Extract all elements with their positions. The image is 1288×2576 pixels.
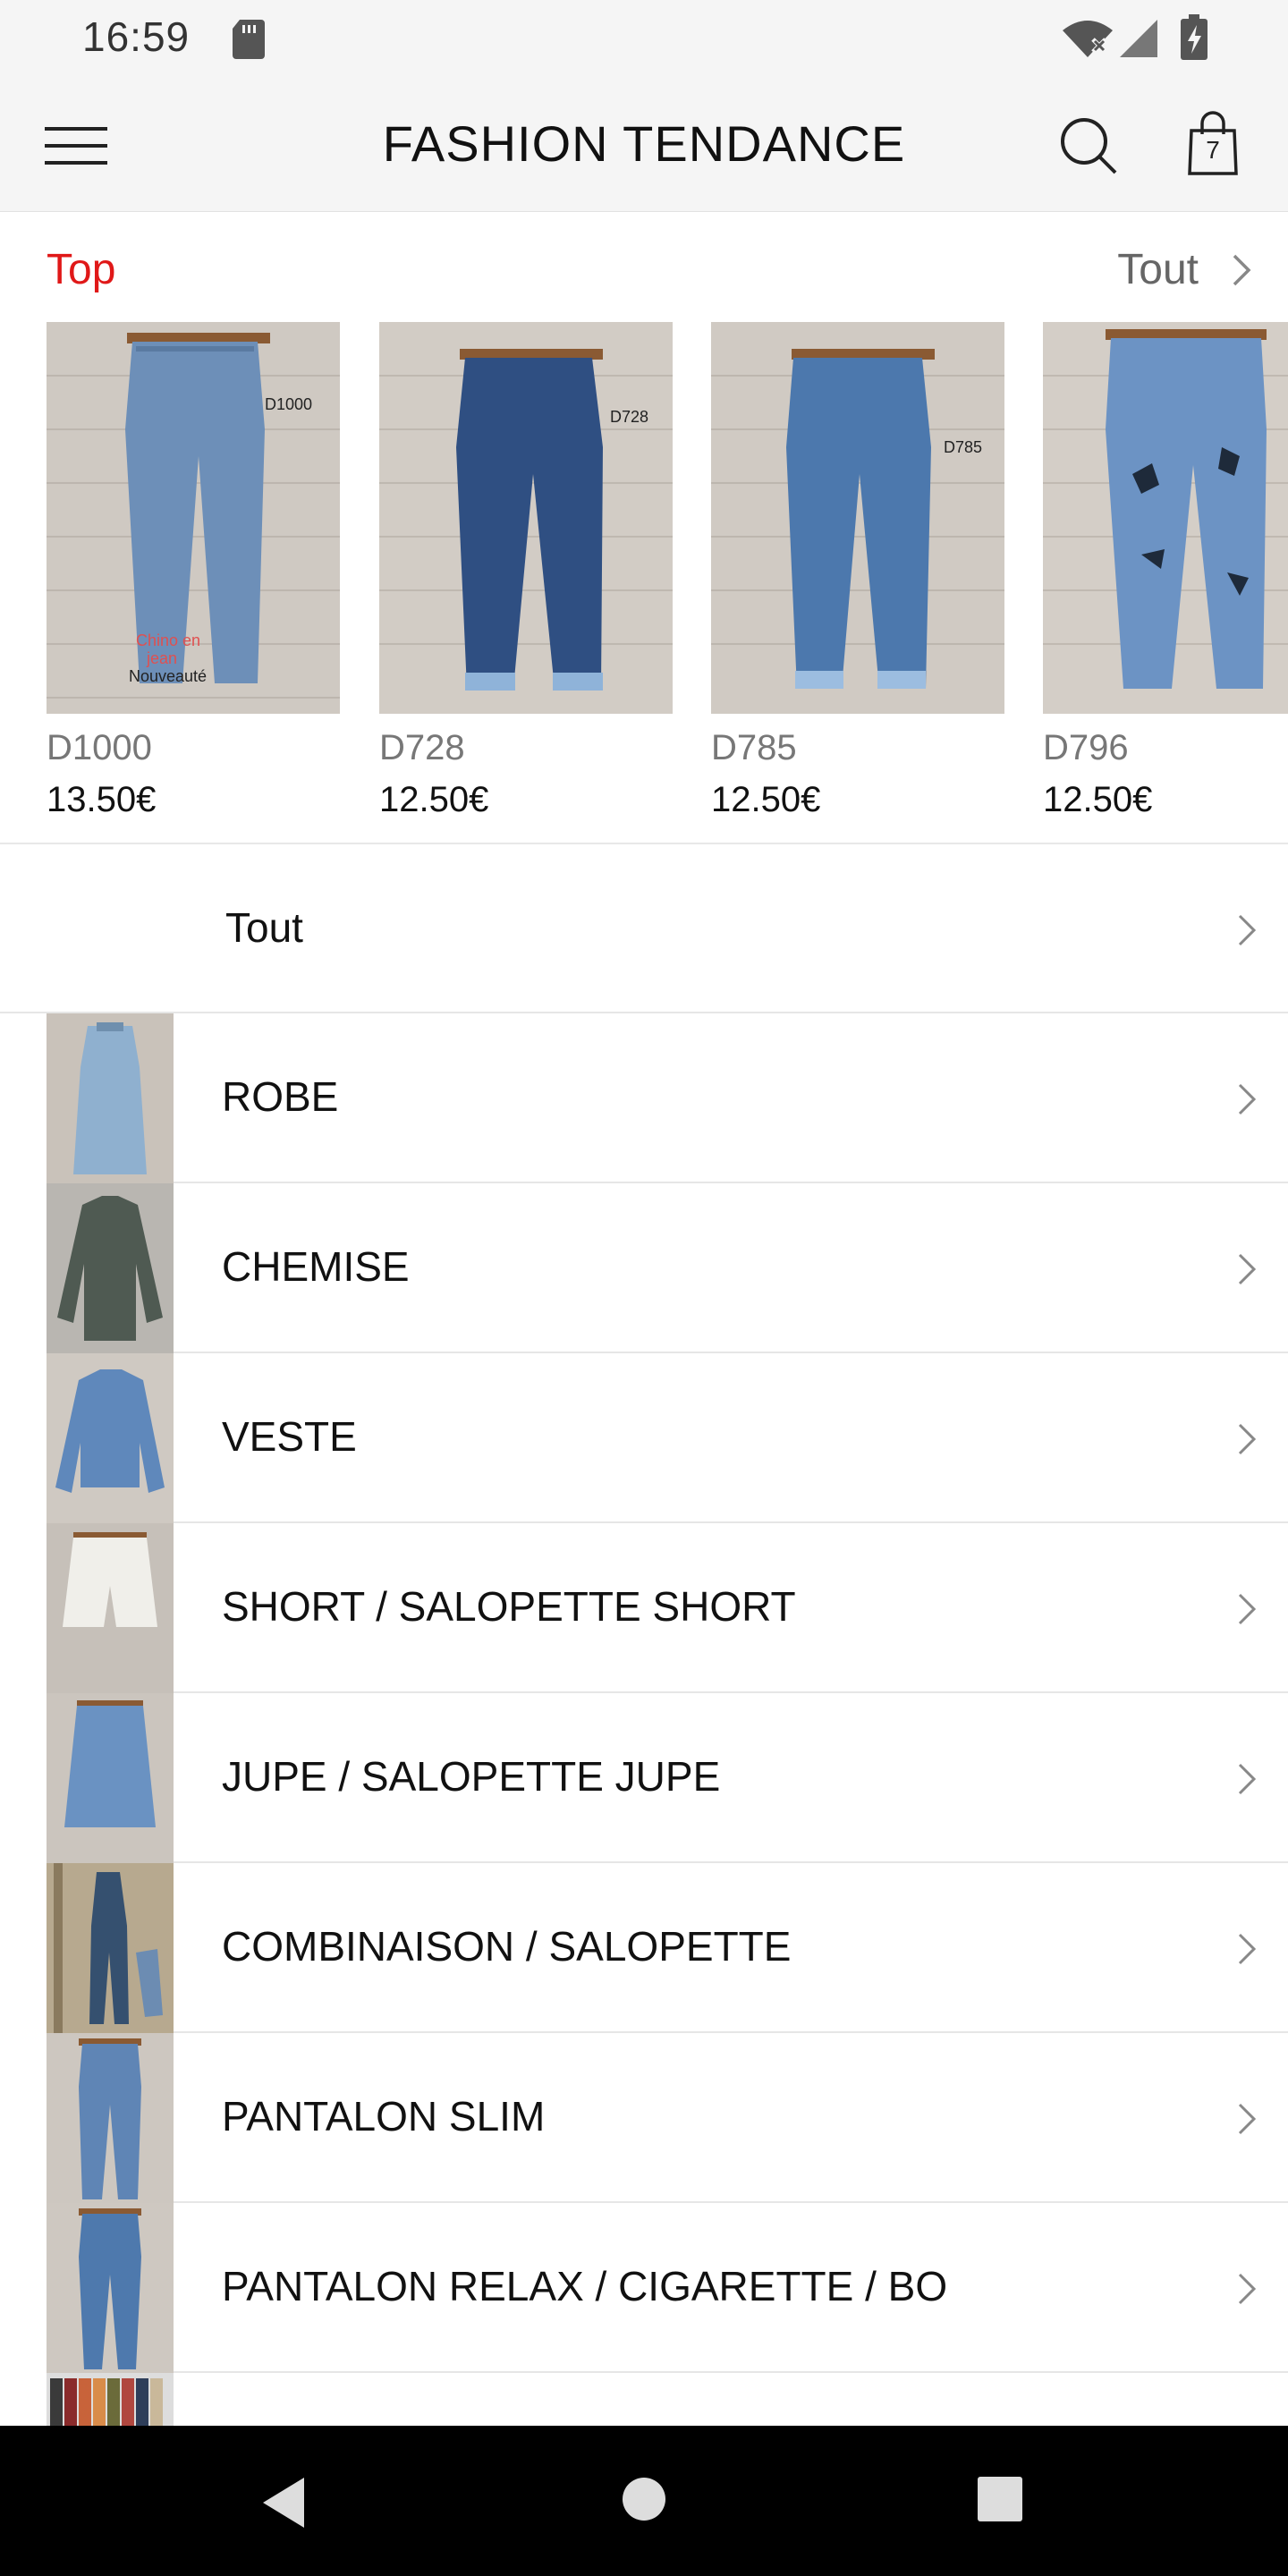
chevron-right-icon xyxy=(1238,2103,1257,2135)
product-image[interactable]: D1000 Chino en jean Nouveauté xyxy=(47,322,340,714)
category-label: JUPE / SALOPETTE JUPE xyxy=(222,1753,721,1800)
category-thumbnail xyxy=(47,2033,174,2203)
product-card[interactable]: D1000 Chino en jean Nouveauté D1000 13.5… xyxy=(47,322,340,819)
category-label: PANTALON RELAX / CIGARETTE / BO xyxy=(222,2263,948,2309)
home-icon[interactable] xyxy=(621,2476,667,2522)
android-nav-bar xyxy=(0,2426,1288,2576)
category-thumbnail xyxy=(47,2203,174,2373)
app-bar: FASHION TENDANCE 7 xyxy=(0,77,1288,212)
product-price: 13.50€ xyxy=(47,780,157,819)
chevron-right-icon xyxy=(1238,1593,1257,1625)
svg-text:D728: D728 xyxy=(610,408,648,426)
category-row-veste[interactable]: VESTE xyxy=(0,1353,1288,1523)
top-section-title: Top xyxy=(47,246,116,293)
product-price: 12.50€ xyxy=(1043,780,1153,819)
svg-text:D1000: D1000 xyxy=(265,395,312,413)
category-label: COMBINAISON / SALOPETTE xyxy=(222,1923,792,1970)
product-price: 12.50€ xyxy=(711,780,821,819)
category-all-label: Tout xyxy=(225,904,303,951)
sd-card-icon xyxy=(233,20,265,59)
category-label: ROBE xyxy=(222,1073,339,1120)
category-thumbnail xyxy=(47,1013,174,1183)
status-time: 16:59 xyxy=(82,13,191,60)
chevron-right-icon xyxy=(1238,1083,1257,1115)
product-image[interactable]: D785 xyxy=(711,322,1004,714)
category-row-pantalon-relax[interactable]: PANTALON RELAX / CIGARETTE / BO xyxy=(0,2203,1288,2373)
chevron-right-icon xyxy=(1238,1933,1257,1965)
wifi-icon xyxy=(1063,21,1113,57)
category-row-jupe[interactable]: JUPE / SALOPETTE JUPE xyxy=(0,1693,1288,1863)
category-label: SHORT / SALOPETTE SHORT xyxy=(222,1583,796,1630)
chevron-right-icon xyxy=(1238,1763,1257,1795)
category-row-all[interactable]: Tout xyxy=(0,844,1288,1013)
recents-icon[interactable] xyxy=(977,2476,1023,2522)
product-card[interactable]: D728 D728 12.50€ xyxy=(379,322,673,819)
product-name: D1000 xyxy=(47,728,152,767)
svg-text:jean: jean xyxy=(146,649,177,667)
signal-icon xyxy=(1120,20,1157,57)
category-label: CHEMISE xyxy=(222,1243,410,1290)
product-name: D796 xyxy=(1043,728,1129,767)
category-thumbnail xyxy=(47,1863,174,2033)
top-products-carousel[interactable]: D1000 Chino en jean Nouveauté D1000 13.5… xyxy=(0,322,1288,843)
battery-charging-icon xyxy=(1181,14,1208,60)
chevron-right-icon xyxy=(1238,914,1257,946)
svg-text:D785: D785 xyxy=(944,438,982,456)
category-row-chemise[interactable]: CHEMISE xyxy=(0,1183,1288,1353)
search-icon[interactable] xyxy=(1059,116,1118,175)
product-name: D728 xyxy=(379,728,465,767)
category-thumbnail xyxy=(47,1353,174,1523)
chevron-right-icon[interactable] xyxy=(1231,252,1254,288)
category-label: PANTALON SLIM xyxy=(222,2093,546,2140)
category-thumbnail xyxy=(47,1523,174,1693)
product-name: D785 xyxy=(711,728,797,767)
status-bar: 16:59 xyxy=(0,0,1288,77)
svg-text:Nouveauté: Nouveauté xyxy=(129,667,207,685)
svg-text:Chino en: Chino en xyxy=(136,631,200,649)
chevron-right-icon xyxy=(1238,2273,1257,2305)
product-card[interactable]: D796 12.50€ xyxy=(1043,322,1288,819)
top-see-all-link[interactable]: Tout xyxy=(1117,245,1199,294)
category-thumbnail xyxy=(47,1693,174,1863)
cart-count-badge: 7 xyxy=(1206,136,1220,164)
category-row-pantalon-slim[interactable]: PANTALON SLIM xyxy=(0,2033,1288,2203)
category-label: VESTE xyxy=(222,1413,357,1460)
back-icon[interactable] xyxy=(258,2474,311,2531)
product-card[interactable]: D785 D785 12.50€ xyxy=(711,322,1004,819)
row-divider xyxy=(174,2371,1288,2373)
category-row-robe[interactable]: ROBE xyxy=(0,1013,1288,1183)
product-image[interactable]: D728 xyxy=(379,322,673,714)
chevron-right-icon xyxy=(1238,1253,1257,1285)
category-row-short[interactable]: SHORT / SALOPETTE SHORT xyxy=(0,1523,1288,1693)
chevron-right-icon xyxy=(1238,1423,1257,1455)
product-image[interactable] xyxy=(1043,322,1288,714)
category-row-combinaison[interactable]: COMBINAISON / SALOPETTE xyxy=(0,1863,1288,2033)
category-thumbnail-partial xyxy=(47,2373,174,2426)
product-price: 12.50€ xyxy=(379,780,489,819)
category-thumbnail xyxy=(47,1183,174,1353)
top-section-header: Top Tout xyxy=(0,211,1288,322)
